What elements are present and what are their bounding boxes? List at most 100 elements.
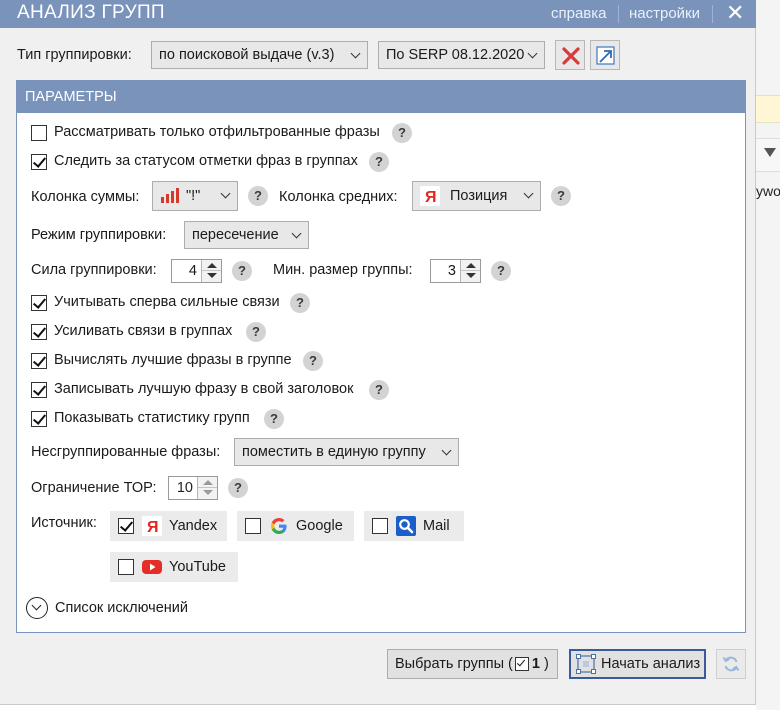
source-youtube-checkbox[interactable] bbox=[118, 559, 134, 575]
help-icon[interactable]: ? bbox=[551, 186, 571, 206]
dialog-title: АНАЛИЗ ГРУПП bbox=[17, 2, 165, 23]
chevron-down-icon bbox=[527, 48, 538, 59]
refresh-button[interactable] bbox=[716, 649, 746, 679]
write-best-phrase-checkbox[interactable] bbox=[31, 382, 47, 398]
select-groups-check-icon bbox=[514, 657, 529, 671]
source-yandex-label: Yandex bbox=[169, 518, 218, 534]
min-size-value: 3 bbox=[447, 263, 456, 279]
filter-icon[interactable] bbox=[764, 148, 776, 157]
sum-column-label: Колонка суммы: bbox=[31, 189, 140, 205]
group-analysis-dialog: АНАЛИЗ ГРУПП справка настройки ✕ Тип гру… bbox=[0, 0, 756, 705]
background-row-highlight bbox=[756, 95, 780, 123]
help-icon[interactable]: ? bbox=[264, 409, 284, 429]
min-size-label: Мин. размер группы: bbox=[273, 262, 413, 278]
stepper-down-icon[interactable] bbox=[461, 271, 480, 282]
top-limit-stepper[interactable]: 10 bbox=[168, 476, 218, 500]
write-best-phrase-label: Записывать лучшую фразу в свой заголовок bbox=[54, 381, 354, 397]
svg-text:Я: Я bbox=[147, 519, 159, 536]
exclusions-link[interactable]: Список исключений bbox=[55, 600, 188, 616]
help-icon[interactable]: ? bbox=[392, 123, 412, 143]
enhance-links-checkbox[interactable] bbox=[31, 324, 47, 340]
show-stats-label: Показывать статистику групп bbox=[54, 410, 250, 426]
yandex-icon: Я bbox=[142, 516, 162, 536]
expand-window-icon bbox=[596, 46, 615, 65]
help-icon[interactable]: ? bbox=[246, 322, 266, 342]
track-marks-checkbox[interactable] bbox=[31, 154, 47, 170]
grouping-type-value: по поисковой выдаче (v.3) bbox=[159, 47, 335, 63]
best-phrases-checkbox[interactable] bbox=[31, 353, 47, 369]
stepper-up-icon[interactable] bbox=[461, 260, 480, 271]
close-icon[interactable]: ✕ bbox=[726, 0, 744, 26]
stepper-arrows bbox=[460, 260, 480, 282]
help-icon[interactable]: ? bbox=[303, 351, 323, 371]
grouping-type-label: Тип группировки: bbox=[17, 47, 132, 63]
sum-column-select[interactable]: "!" bbox=[152, 181, 238, 211]
help-icon[interactable]: ? bbox=[232, 261, 252, 281]
group-analysis-icon bbox=[576, 654, 596, 674]
start-analysis-button[interactable]: Начать анализ bbox=[569, 649, 706, 679]
stepper-down-icon[interactable] bbox=[198, 488, 217, 499]
min-size-stepper[interactable]: 3 bbox=[430, 259, 481, 283]
show-stats-checkbox[interactable] bbox=[31, 411, 47, 427]
best-phrases-label: Вычислять лучшие фразы в группе bbox=[54, 352, 292, 368]
source-youtube-label: YouTube bbox=[169, 559, 226, 575]
strong-links-checkbox[interactable] bbox=[31, 295, 47, 311]
panel-title: ПАРАМЕТРЫ bbox=[17, 81, 745, 113]
strength-label: Сила группировки: bbox=[31, 262, 157, 278]
source-google-toggle[interactable]: Google bbox=[237, 511, 354, 541]
stepper-arrows bbox=[201, 260, 221, 282]
help-icon[interactable]: ? bbox=[248, 186, 268, 206]
strong-links-label: Учитывать сперва сильные связи bbox=[54, 294, 280, 310]
mode-select[interactable]: пересечение bbox=[184, 221, 309, 249]
chevron-down-icon bbox=[350, 48, 361, 59]
top-limit-value: 10 bbox=[176, 480, 193, 496]
chevron-down-icon bbox=[291, 228, 302, 239]
filtered-only-checkbox[interactable] bbox=[31, 125, 47, 141]
expand-button[interactable] bbox=[590, 40, 620, 70]
source-yandex-checkbox[interactable] bbox=[118, 518, 134, 534]
help-icon[interactable]: ? bbox=[369, 380, 389, 400]
background-cell-text: ywo bbox=[756, 183, 780, 199]
select-groups-close: ) bbox=[543, 656, 549, 672]
serp-date-select[interactable]: По SERP 08.12.2020 bbox=[378, 41, 545, 69]
select-groups-button[interactable]: Выбрать группы ( 1 ) bbox=[387, 649, 558, 679]
title-separator bbox=[712, 5, 713, 23]
help-icon[interactable]: ? bbox=[290, 293, 310, 313]
stepper-up-icon[interactable] bbox=[198, 477, 217, 488]
stepper-down-icon[interactable] bbox=[202, 271, 221, 282]
source-youtube-toggle[interactable]: YouTube bbox=[110, 552, 238, 582]
source-yandex-toggle[interactable]: Я Yandex bbox=[110, 511, 227, 541]
start-analysis-label: Начать анализ bbox=[601, 656, 701, 672]
help-icon[interactable]: ? bbox=[491, 261, 511, 281]
stepper-up-icon[interactable] bbox=[202, 260, 221, 271]
yandex-icon: Я bbox=[420, 186, 440, 206]
help-icon[interactable]: ? bbox=[228, 478, 248, 498]
help-icon[interactable]: ? bbox=[369, 152, 389, 172]
source-mail-checkbox[interactable] bbox=[372, 518, 388, 534]
grouping-type-select[interactable]: по поисковой выдаче (v.3) bbox=[151, 41, 368, 69]
strength-stepper[interactable]: 4 bbox=[171, 259, 222, 283]
track-marks-label: Следить за статусом отметки фраз в групп… bbox=[54, 153, 358, 169]
source-google-checkbox[interactable] bbox=[245, 518, 261, 534]
ungrouped-select[interactable]: поместить в единую группу bbox=[234, 438, 459, 466]
help-link[interactable]: справка bbox=[551, 5, 607, 22]
source-mail-toggle[interactable]: Mail bbox=[364, 511, 464, 541]
filtered-only-label: Рассматривать только отфильтрованные фра… bbox=[54, 124, 380, 140]
enhance-links-label: Усиливать связи в группах bbox=[54, 323, 233, 339]
reset-button[interactable] bbox=[555, 40, 585, 70]
expand-exclusions-icon[interactable] bbox=[26, 597, 48, 619]
avg-column-label: Колонка средних: bbox=[279, 189, 398, 205]
mode-label: Режим группировки: bbox=[31, 227, 167, 243]
mode-value: пересечение bbox=[192, 227, 279, 243]
chevron-down-icon bbox=[523, 188, 534, 199]
title-separator bbox=[618, 5, 619, 23]
bar-chart-icon bbox=[161, 188, 179, 203]
chevron-down-icon bbox=[441, 445, 452, 456]
mail-search-icon bbox=[396, 516, 416, 536]
strength-value: 4 bbox=[188, 263, 197, 279]
settings-link[interactable]: настройки bbox=[629, 5, 700, 22]
avg-column-select[interactable]: Я Позиция bbox=[412, 181, 541, 211]
select-groups-count: 1 bbox=[531, 656, 540, 672]
svg-text:Я: Я bbox=[425, 189, 437, 206]
top-limit-label: Ограничение ТОР: bbox=[31, 480, 157, 496]
